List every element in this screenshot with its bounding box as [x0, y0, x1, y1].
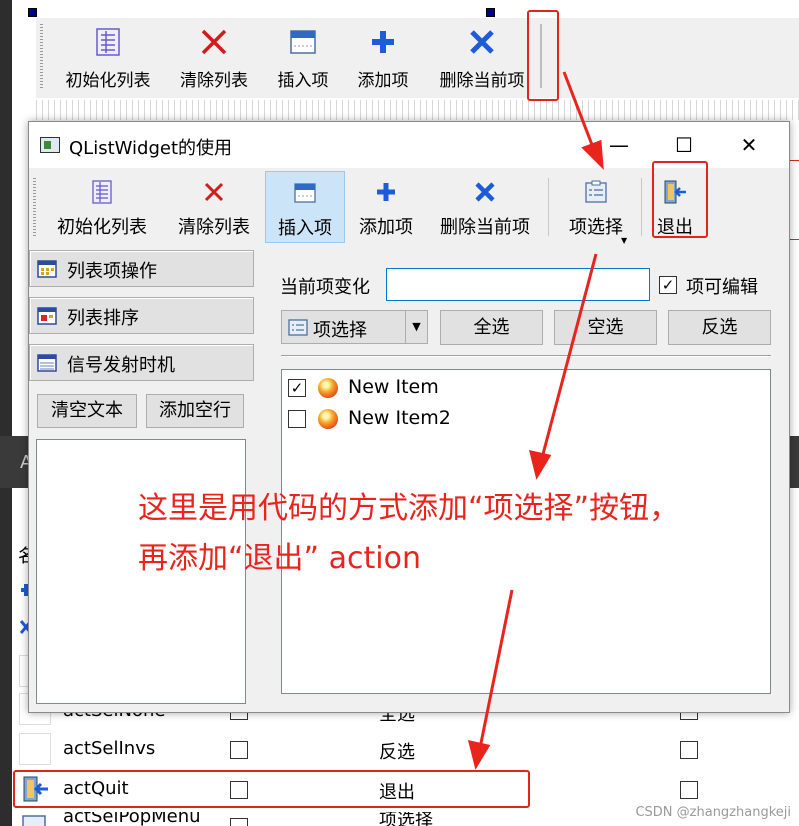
arrowhead — [581, 139, 604, 170]
annotation-arrow — [540, 253, 598, 459]
annotation-arrows — [467, 71, 604, 770]
annotation-text: 这里是用代码的方式添加“项选择”按钮， 再添加“退出” action — [138, 484, 679, 584]
arrowhead — [467, 740, 491, 770]
annotation-line: 再添加“退出” action — [138, 541, 421, 576]
arrowhead — [528, 450, 552, 480]
annotation-arrow — [562, 71, 596, 151]
annotation-arrow — [478, 589, 514, 749]
watermark: CSDN @zhangzhangkeji — [635, 805, 791, 820]
annotation-line: 这里是用代码的方式添加“项选择”按钮， — [138, 491, 680, 526]
